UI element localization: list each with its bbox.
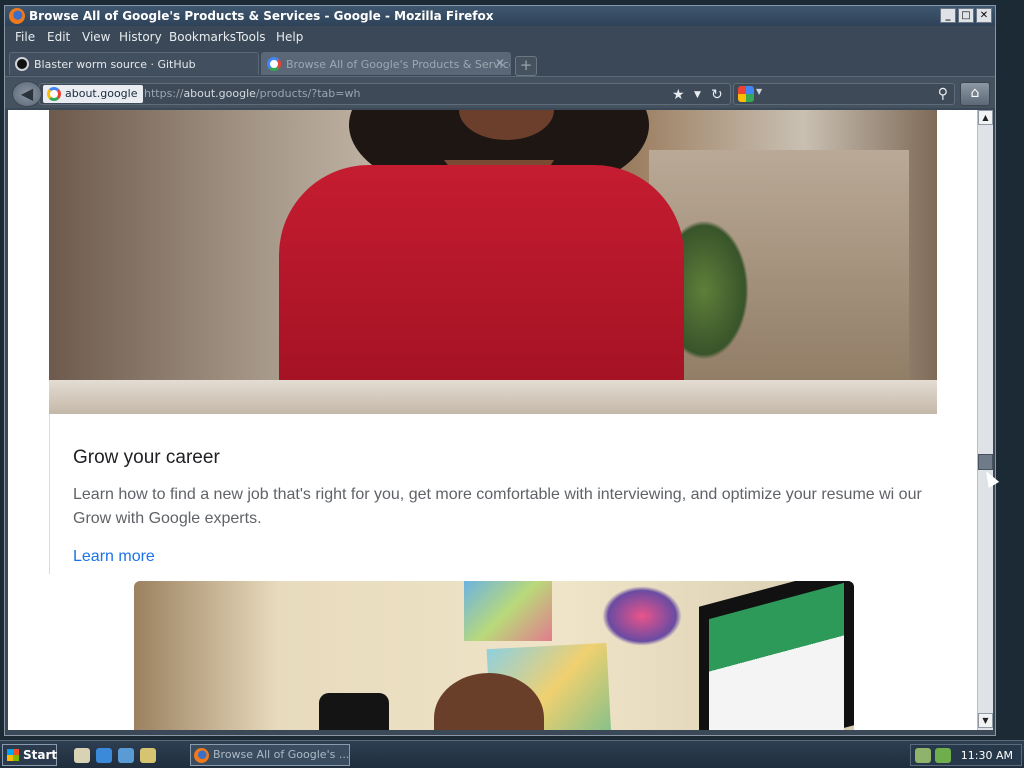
search-box[interactable]: ▼ ⚲ <box>733 83 955 105</box>
clock[interactable]: 11:30 AM <box>961 749 1013 762</box>
search-icon[interactable]: ⚲ <box>938 86 948 102</box>
show-desktop-icon[interactable] <box>74 748 90 763</box>
internet-explorer-icon[interactable] <box>96 748 112 763</box>
google-icon <box>47 87 61 101</box>
github-icon <box>15 57 29 71</box>
tab-close-icon[interactable]: ✕ <box>495 56 505 70</box>
site-identity-button[interactable]: about.google <box>43 85 144 103</box>
home-button[interactable]: ⌂ <box>960 82 990 106</box>
taskbar: Start Browse All of Google's ... 11:30 A… <box>0 740 1024 768</box>
url-bar[interactable]: about.google https://about.google/produc… <box>39 83 731 105</box>
menu-history[interactable]: History <box>119 30 162 44</box>
taskbar-firefox-button[interactable]: Browse All of Google's ... <box>190 744 350 766</box>
vertical-scrollbar[interactable]: ▲ ▼ <box>977 110 993 730</box>
start-label: Start <box>23 748 58 762</box>
tab-github[interactable]: Blaster worm source · GitHub <box>9 52 259 75</box>
menu-file[interactable]: File <box>15 30 35 44</box>
wall-art <box>464 581 552 641</box>
card-border <box>49 414 50 574</box>
url-path: /products/?tab=wh <box>255 87 361 100</box>
page-content: Grow your career Learn how to find a new… <box>8 110 977 730</box>
learn-more-link[interactable]: Learn more <box>73 548 155 566</box>
desk-shape <box>49 380 937 414</box>
red-dress-shape <box>279 165 684 414</box>
menu-tools[interactable]: Tools <box>236 30 266 44</box>
back-button[interactable]: ◀ <box>12 81 42 107</box>
window-controls: _ □ ✕ <box>940 8 992 23</box>
url-history-dropdown-icon[interactable]: ▼ <box>694 90 701 100</box>
site-identity-label: about.google <box>65 87 138 100</box>
chair-shape <box>319 693 389 730</box>
firefox-window: Browse All of Google's Products & Servic… <box>4 5 996 736</box>
title-bar[interactable]: Browse All of Google's Products & Servic… <box>5 6 995 26</box>
folder-icon[interactable] <box>140 748 156 763</box>
menu-help[interactable]: Help <box>276 30 303 44</box>
menu-view[interactable]: View <box>82 30 110 44</box>
navigation-bar: about.google https://about.google/produc… <box>5 76 995 108</box>
url-domain: about.google <box>183 87 256 100</box>
search-engine-dropdown-icon[interactable]: ▼ <box>756 87 762 96</box>
tab-bar: Blaster worm source · GitHub Browse All … <box>5 50 995 76</box>
start-button[interactable]: Start <box>2 744 57 766</box>
url-text[interactable]: https://about.google/products/?tab=wh <box>144 87 360 100</box>
scroll-up-button[interactable]: ▲ <box>978 110 993 125</box>
close-button[interactable]: ✕ <box>976 8 992 23</box>
reload-icon[interactable]: ↻ <box>711 87 723 103</box>
tab-label: Browse All of Google's Products & Servic… <box>286 58 511 71</box>
menu-edit[interactable]: Edit <box>47 30 70 44</box>
card-description: Learn how to find a new job that's right… <box>73 486 922 527</box>
google-search-engine-icon[interactable] <box>738 86 754 102</box>
firefox-icon <box>9 8 25 24</box>
firefox-icon <box>194 748 209 763</box>
network-icon[interactable] <box>915 748 931 763</box>
google-icon <box>267 57 281 71</box>
bookmark-star-icon[interactable]: ★ <box>672 87 685 103</box>
security-icon[interactable] <box>935 748 951 763</box>
windows-logo-icon <box>7 749 19 761</box>
minimize-button[interactable]: _ <box>940 8 956 23</box>
outlook-express-icon[interactable] <box>118 748 134 763</box>
system-tray: 11:30 AM <box>910 744 1022 766</box>
office-photo <box>134 581 854 730</box>
card-title: Grow your career <box>73 447 220 468</box>
menu-bar: File Edit View History Bookmarks Tools H… <box>5 27 995 47</box>
url-prefix: https:// <box>144 87 184 100</box>
maximize-button[interactable]: □ <box>958 8 974 23</box>
wall-art <box>602 586 682 646</box>
scroll-down-button[interactable]: ▼ <box>978 713 993 728</box>
new-tab-button[interactable]: + <box>515 56 537 76</box>
hero-image-woman-red-dress <box>49 110 937 414</box>
taskbar-firefox-label: Browse All of Google's ... <box>213 748 350 761</box>
tab-google-products[interactable]: Browse All of Google's Products & Servic… <box>261 52 511 75</box>
tab-label: Blaster worm source · GitHub <box>34 58 196 71</box>
menu-bookmarks[interactable]: Bookmarks <box>169 30 236 44</box>
window-title: Browse All of Google's Products & Servic… <box>29 9 494 23</box>
